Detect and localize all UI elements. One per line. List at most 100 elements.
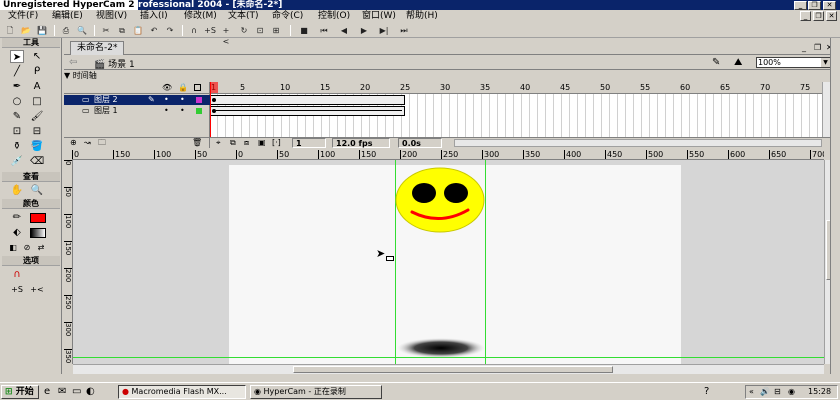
timeline-hscrollbar[interactable] bbox=[454, 139, 822, 147]
undo-icon[interactable]: ↶ bbox=[148, 25, 160, 36]
copy-icon[interactable]: ⧉ bbox=[116, 25, 128, 36]
menu-control[interactable]: 控制(O) bbox=[314, 10, 354, 23]
rewind-icon[interactable]: ⏮ bbox=[318, 25, 330, 36]
onion-markers-icon[interactable]: [·] bbox=[272, 138, 281, 148]
black-white-icon[interactable]: ◧ bbox=[6, 241, 20, 254]
outlook-icon[interactable]: ✉ bbox=[58, 386, 66, 397]
doc-minimize-button[interactable]: _ bbox=[800, 11, 811, 21]
timeline-header[interactable]: ▼ 时间轴 bbox=[64, 71, 834, 81]
smiley-face[interactable] bbox=[395, 166, 487, 236]
print-icon[interactable]: ⎙ bbox=[60, 25, 72, 36]
minimize-button[interactable]: _ bbox=[794, 1, 807, 10]
delete-layer-icon[interactable]: 🗑 bbox=[192, 138, 202, 148]
right-panel-strip[interactable] bbox=[830, 38, 840, 374]
layer-row[interactable]: ▭ 图层 2 ✎ • • bbox=[64, 95, 210, 105]
taskbar-flash[interactable]: ● Macromedia Flash MX... bbox=[118, 385, 246, 399]
add-guide-layer-icon[interactable]: ↝ bbox=[84, 138, 91, 148]
onion-outline-icon[interactable]: ⧈ bbox=[244, 138, 249, 148]
print-preview-icon[interactable]: 🔍 bbox=[76, 25, 88, 36]
arrow-tool-icon[interactable]: ➤ bbox=[10, 50, 24, 63]
swap-colors-icon[interactable]: ⇄ bbox=[34, 241, 48, 254]
panel-minimize-icon[interactable]: _ bbox=[802, 43, 806, 52]
fill-color-swatch[interactable] bbox=[30, 228, 46, 238]
outline-icon[interactable] bbox=[194, 84, 201, 91]
pencil-tool-icon[interactable]: ✎ bbox=[10, 110, 24, 123]
playhead-marker[interactable] bbox=[210, 82, 218, 93]
network-icon[interactable]: ⊟ bbox=[774, 386, 781, 398]
taskbar-hypercam[interactable]: ◉ HyperCam - 正在录制 bbox=[250, 385, 382, 399]
zoom-select[interactable]: 100% ▼ bbox=[756, 57, 831, 68]
start-button[interactable]: ⊞ 开始 bbox=[1, 385, 39, 399]
lock-icon[interactable]: 🔒 bbox=[178, 83, 188, 92]
fill-color-icon[interactable]: ⬖ bbox=[10, 226, 24, 239]
document-tab[interactable]: 未命名-2* bbox=[70, 41, 125, 55]
paste-icon[interactable]: 📋 bbox=[132, 25, 144, 36]
back-arrow-icon[interactable]: ⇦ bbox=[69, 57, 77, 68]
eyedropper-tool-icon[interactable]: 💉 bbox=[10, 155, 24, 168]
oval-tool-icon[interactable]: ○ bbox=[10, 95, 24, 108]
snap-magnet-icon[interactable]: ∩ bbox=[188, 25, 200, 36]
layer-outline-color[interactable] bbox=[196, 97, 202, 103]
media-icon[interactable]: ◐ bbox=[86, 386, 95, 397]
cut-icon[interactable]: ✂ bbox=[100, 25, 112, 36]
ink-bottle-tool-icon[interactable]: ⚱ bbox=[10, 140, 24, 153]
align-icon[interactable]: ⊞ bbox=[270, 25, 282, 36]
stage-hscrollbar[interactable] bbox=[73, 364, 824, 374]
edit-multiple-frames-icon[interactable]: ▣ bbox=[258, 138, 266, 148]
menu-view[interactable]: 视图(V) bbox=[92, 10, 131, 23]
scale-icon[interactable]: ⊡ bbox=[254, 25, 266, 36]
insert-folder-icon[interactable]: 🗀 bbox=[98, 138, 106, 148]
lasso-tool-icon[interactable]: ᑭ bbox=[30, 65, 44, 78]
smooth-icon[interactable]: +S bbox=[204, 25, 216, 36]
straighten-option-icon[interactable]: +< bbox=[30, 283, 44, 296]
snap-to-objects-icon[interactable]: ∩ bbox=[10, 268, 24, 281]
fill-transform-tool-icon[interactable]: ⊟ bbox=[30, 125, 44, 138]
menu-modify[interactable]: 修改(M) bbox=[180, 10, 221, 23]
help-tray-icon[interactable]: ? bbox=[704, 386, 709, 397]
doc-close-button[interactable]: ✕ bbox=[826, 11, 837, 21]
pen-tool-icon[interactable]: ✒ bbox=[10, 80, 24, 93]
stroke-color-swatch[interactable] bbox=[30, 213, 46, 223]
rotate-icon[interactable]: ↻ bbox=[238, 25, 250, 36]
eraser-tool-icon[interactable]: ⌫ bbox=[30, 155, 44, 168]
center-frame-icon[interactable]: ⌖ bbox=[216, 138, 221, 148]
recording-icon[interactable]: ◉ bbox=[788, 386, 795, 398]
volume-icon[interactable]: 🔊 bbox=[760, 386, 770, 398]
menu-insert[interactable]: 插入(I) bbox=[136, 10, 172, 23]
layer-row[interactable]: ▭ 图层 1 • • bbox=[64, 106, 210, 116]
lock-dot[interactable]: • bbox=[180, 106, 185, 116]
visibility-dot[interactable]: • bbox=[164, 106, 169, 116]
frame-ruler[interactable]: 151015202530354045505560657075808590 bbox=[210, 82, 822, 94]
go-to-end-icon[interactable]: ⏭ bbox=[398, 25, 410, 36]
rectangle-tool-icon[interactable]: □ bbox=[30, 95, 44, 108]
no-color-icon[interactable]: ⊘ bbox=[20, 241, 34, 254]
ie-icon[interactable]: e bbox=[44, 386, 50, 397]
desktop-icon[interactable]: ▭ bbox=[72, 386, 81, 397]
eye-icon[interactable]: 👁 bbox=[162, 83, 172, 92]
zoom-tool-icon[interactable]: 🔍 bbox=[30, 184, 44, 197]
subselect-tool-icon[interactable]: ↖ bbox=[30, 50, 44, 63]
layer-outline-color[interactable] bbox=[196, 108, 202, 114]
paint-bucket-tool-icon[interactable]: 🪣 bbox=[30, 140, 44, 153]
new-file-icon[interactable]: 🗋 bbox=[4, 25, 16, 36]
scene-breadcrumb[interactable]: 🎬 场景 1 bbox=[94, 57, 135, 70]
doc-restore-button[interactable]: ❐ bbox=[813, 11, 824, 21]
menu-file[interactable]: 文件(F) bbox=[4, 10, 42, 23]
menu-help[interactable]: 帮助(H) bbox=[402, 10, 442, 23]
tray-expand-icon[interactable]: « bbox=[749, 386, 754, 398]
insert-layer-icon[interactable]: ⊕ bbox=[70, 138, 77, 148]
menu-edit[interactable]: 编辑(E) bbox=[48, 10, 87, 23]
panel-restore-icon[interactable]: ❐ bbox=[814, 43, 821, 52]
hand-tool-icon[interactable]: ✋ bbox=[10, 184, 24, 197]
layer-2-frame-span[interactable] bbox=[210, 95, 405, 105]
line-tool-icon[interactable]: ╱ bbox=[10, 65, 24, 78]
smooth-option-icon[interactable]: +S bbox=[10, 283, 24, 296]
pasteboard[interactable]: ➤ bbox=[73, 160, 824, 364]
lock-dot[interactable]: • bbox=[180, 95, 185, 105]
straighten-icon[interactable]: +< bbox=[220, 25, 232, 46]
stop-icon[interactable]: ■ bbox=[298, 25, 310, 36]
step-forward-icon[interactable]: ▶| bbox=[378, 25, 390, 36]
frame-grid[interactable]: 151015202530354045505560657075808590 bbox=[210, 82, 822, 138]
close-button[interactable]: ✕ bbox=[823, 1, 836, 10]
shadow-ellipse[interactable] bbox=[395, 335, 487, 361]
